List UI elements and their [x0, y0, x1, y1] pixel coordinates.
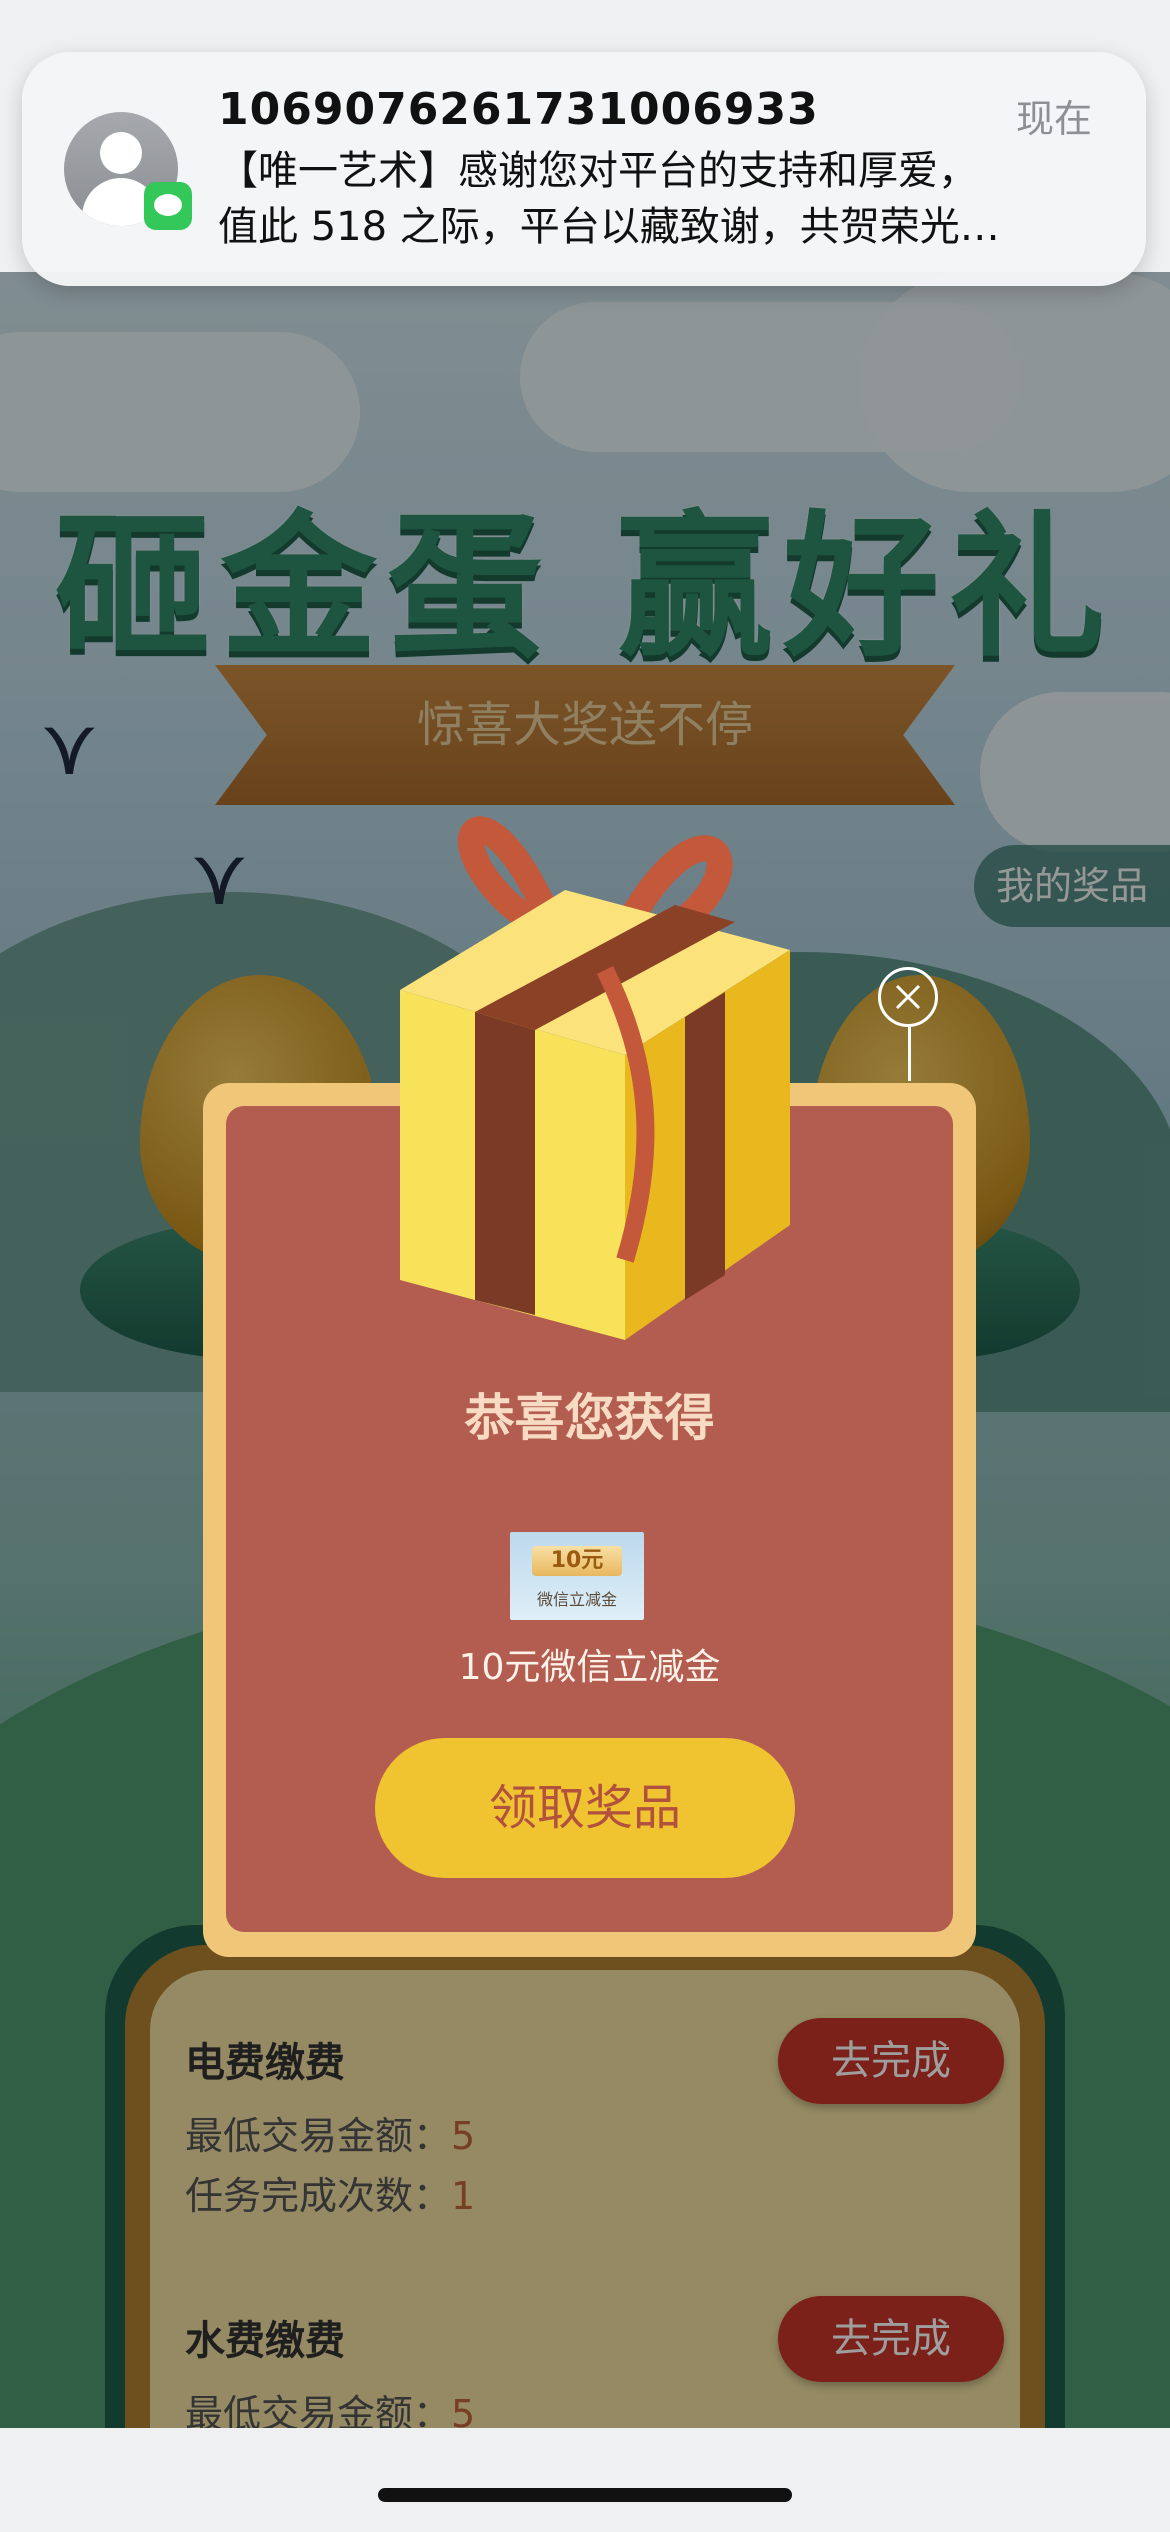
notification-sender: 1069076261731006933: [218, 84, 819, 135]
page: 砸金蛋 赢好礼 惊喜大奖送不停 ⋎ ⋎ 我的奖品 电费缴费 最低交易金额：5 任…: [0, 0, 1170, 2532]
close-connector: [908, 1027, 911, 1081]
notification-message-line: 值此 518 之际，平台以藏致谢，共贺荣光…: [218, 204, 1000, 250]
prize-image: 10元 微信立减金: [510, 1532, 644, 1620]
prize-name: 10元微信立减金: [458, 1647, 721, 1688]
claim-prize-button[interactable]: 领取奖品: [375, 1738, 795, 1878]
prize-image-caption: 微信立减金: [536, 1590, 617, 1609]
notification-message-line: 【唯一艺术】感谢您对平台的支持和厚爱，: [218, 148, 978, 194]
bottom-safe-area: [0, 2428, 1170, 2532]
prize-image-amount: 10元: [532, 1546, 622, 1576]
notification-time: 现在: [1016, 97, 1093, 141]
gift-box-icon: [400, 816, 790, 1340]
messages-app-icon: [144, 182, 192, 230]
modal-title: 恭喜您获得: [464, 1389, 715, 1447]
home-indicator[interactable]: [378, 2488, 792, 2502]
close-icon[interactable]: [878, 967, 938, 1027]
